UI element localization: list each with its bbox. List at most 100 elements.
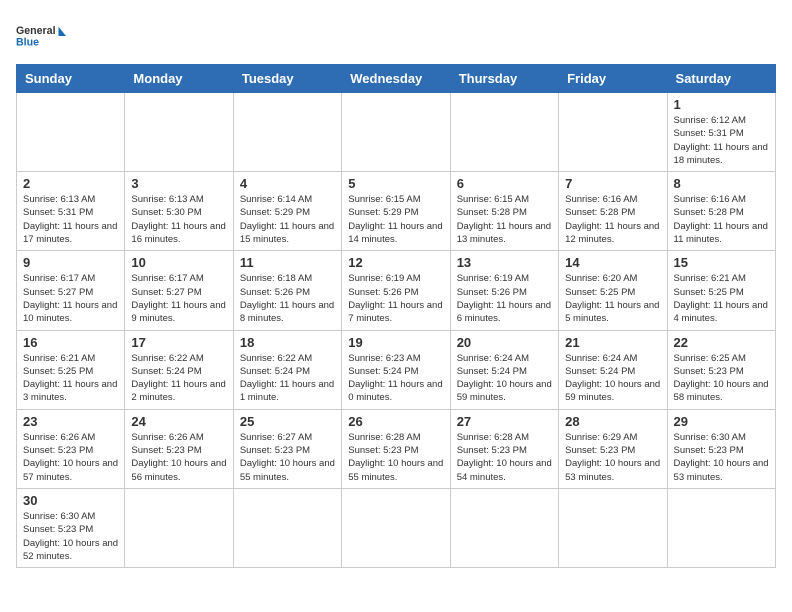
day-number: 2 (23, 176, 118, 191)
calendar-cell: 22 Sunrise: 6:25 AM Sunset: 5:23 PM Dayli… (667, 330, 775, 409)
day-number: 13 (457, 255, 552, 270)
day-number: 14 (565, 255, 660, 270)
day-number: 5 (348, 176, 443, 191)
calendar-cell: 17 Sunrise: 6:22 AM Sunset: 5:24 PM Dayli… (125, 330, 233, 409)
day-number: 28 (565, 414, 660, 429)
day-info: Sunrise: 6:13 AM Sunset: 5:31 PM Dayligh… (23, 193, 118, 246)
day-info: Sunrise: 6:14 AM Sunset: 5:29 PM Dayligh… (240, 193, 335, 246)
day-info: Sunrise: 6:17 AM Sunset: 5:27 PM Dayligh… (131, 272, 226, 325)
calendar-row-0: 1Sunrise: 6:12 AM Sunset: 5:31 PM Daylig… (17, 93, 776, 172)
weekday-header-thursday: Thursday (450, 65, 558, 93)
day-number: 12 (348, 255, 443, 270)
day-number: 26 (348, 414, 443, 429)
calendar-cell: 6Sunrise: 6:15 AM Sunset: 5:28 PM Daylig… (450, 172, 558, 251)
calendar-cell: 3 Sunrise: 6:13 AM Sunset: 5:30 PM Daylig… (125, 172, 233, 251)
calendar-cell (342, 488, 450, 567)
day-info: Sunrise: 6:28 AM Sunset: 5:23 PM Dayligh… (457, 431, 552, 484)
day-number: 29 (674, 414, 769, 429)
day-number: 27 (457, 414, 552, 429)
svg-text:General: General (16, 25, 56, 37)
day-number: 11 (240, 255, 335, 270)
weekday-header-row: SundayMondayTuesdayWednesdayThursdayFrid… (17, 65, 776, 93)
calendar-cell: 1Sunrise: 6:12 AM Sunset: 5:31 PM Daylig… (667, 93, 775, 172)
calendar-cell: 24Sunrise: 6:26 AM Sunset: 5:23 PM Dayli… (125, 409, 233, 488)
day-number: 10 (131, 255, 226, 270)
day-number: 3 (131, 176, 226, 191)
day-number: 9 (23, 255, 118, 270)
calendar-cell: 7 Sunrise: 6:16 AM Sunset: 5:28 PM Daylig… (559, 172, 667, 251)
day-number: 1 (674, 97, 769, 112)
day-number: 7 (565, 176, 660, 191)
weekday-header-saturday: Saturday (667, 65, 775, 93)
day-info: Sunrise: 6:22 AM Sunset: 5:24 PM Dayligh… (240, 352, 335, 405)
day-number: 4 (240, 176, 335, 191)
day-info: Sunrise: 6:19 AM Sunset: 5:26 PM Dayligh… (348, 272, 443, 325)
weekday-header-friday: Friday (559, 65, 667, 93)
calendar-cell: 25Sunrise: 6:27 AM Sunset: 5:23 PM Dayli… (233, 409, 341, 488)
day-info: Sunrise: 6:13 AM Sunset: 5:30 PM Dayligh… (131, 193, 226, 246)
day-info: Sunrise: 6:30 AM Sunset: 5:23 PM Dayligh… (674, 431, 769, 484)
day-info: Sunrise: 6:21 AM Sunset: 5:25 PM Dayligh… (674, 272, 769, 325)
calendar-cell (450, 93, 558, 172)
day-number: 21 (565, 335, 660, 350)
calendar-body: 1Sunrise: 6:12 AM Sunset: 5:31 PM Daylig… (17, 93, 776, 568)
calendar-cell: 10 Sunrise: 6:17 AM Sunset: 5:27 PM Dayli… (125, 251, 233, 330)
calendar-cell (667, 488, 775, 567)
calendar-cell: 2 Sunrise: 6:13 AM Sunset: 5:31 PM Daylig… (17, 172, 125, 251)
day-number: 8 (674, 176, 769, 191)
calendar-cell: 20 Sunrise: 6:24 AM Sunset: 5:24 PM Dayli… (450, 330, 558, 409)
day-number: 25 (240, 414, 335, 429)
day-number: 20 (457, 335, 552, 350)
calendar-cell: 8Sunrise: 6:16 AM Sunset: 5:28 PM Daylig… (667, 172, 775, 251)
day-info: Sunrise: 6:18 AM Sunset: 5:26 PM Dayligh… (240, 272, 335, 325)
calendar-cell (125, 93, 233, 172)
weekday-header-monday: Monday (125, 65, 233, 93)
day-number: 17 (131, 335, 226, 350)
day-info: Sunrise: 6:19 AM Sunset: 5:26 PM Dayligh… (457, 272, 552, 325)
day-number: 23 (23, 414, 118, 429)
day-info: Sunrise: 6:29 AM Sunset: 5:23 PM Dayligh… (565, 431, 660, 484)
calendar-cell: 30 Sunrise: 6:30 AM Sunset: 5:23 PM Dayli… (17, 488, 125, 567)
day-number: 30 (23, 493, 118, 508)
day-info: Sunrise: 6:30 AM Sunset: 5:23 PM Dayligh… (23, 510, 118, 563)
day-number: 19 (348, 335, 443, 350)
calendar-cell: 11 Sunrise: 6:18 AM Sunset: 5:26 PM Dayli… (233, 251, 341, 330)
calendar-cell: 4 Sunrise: 6:14 AM Sunset: 5:29 PM Daylig… (233, 172, 341, 251)
calendar-cell: 26 Sunrise: 6:28 AM Sunset: 5:23 PM Dayli… (342, 409, 450, 488)
logo-svg: General Blue (16, 16, 66, 56)
day-info: Sunrise: 6:28 AM Sunset: 5:23 PM Dayligh… (348, 431, 443, 484)
calendar-cell: 18Sunrise: 6:22 AM Sunset: 5:24 PM Dayli… (233, 330, 341, 409)
calendar-cell: 12 Sunrise: 6:19 AM Sunset: 5:26 PM Dayli… (342, 251, 450, 330)
calendar-cell: 27 Sunrise: 6:28 AM Sunset: 5:23 PM Dayli… (450, 409, 558, 488)
svg-text:Blue: Blue (16, 36, 39, 48)
calendar-cell: 13 Sunrise: 6:19 AM Sunset: 5:26 PM Dayli… (450, 251, 558, 330)
calendar-cell (450, 488, 558, 567)
calendar-cell (125, 488, 233, 567)
day-info: Sunrise: 6:24 AM Sunset: 5:24 PM Dayligh… (457, 352, 552, 405)
calendar-cell: 29 Sunrise: 6:30 AM Sunset: 5:23 PM Dayli… (667, 409, 775, 488)
weekday-header-sunday: Sunday (17, 65, 125, 93)
calendar-cell: 9 Sunrise: 6:17 AM Sunset: 5:27 PM Daylig… (17, 251, 125, 330)
day-info: Sunrise: 6:25 AM Sunset: 5:23 PM Dayligh… (674, 352, 769, 405)
page-header: General Blue (16, 16, 776, 56)
calendar-cell: 15Sunrise: 6:21 AM Sunset: 5:25 PM Dayli… (667, 251, 775, 330)
calendar-cell: 23Sunrise: 6:26 AM Sunset: 5:23 PM Dayli… (17, 409, 125, 488)
day-info: Sunrise: 6:22 AM Sunset: 5:24 PM Dayligh… (131, 352, 226, 405)
calendar-cell: 21Sunrise: 6:24 AM Sunset: 5:24 PM Dayli… (559, 330, 667, 409)
calendar-cell: 14Sunrise: 6:20 AM Sunset: 5:25 PM Dayli… (559, 251, 667, 330)
calendar-row-4: 23 Sunrise: 6:26 AM Sunset: 5:23 PM Dayli… (17, 409, 776, 488)
logo: General Blue (16, 16, 66, 56)
calendar-row-2: 9 Sunrise: 6:17 AM Sunset: 5:27 PM Daylig… (17, 251, 776, 330)
day-number: 22 (674, 335, 769, 350)
day-number: 6 (457, 176, 552, 191)
calendar-cell: 19 Sunrise: 6:23 AM Sunset: 5:24 PM Dayli… (342, 330, 450, 409)
calendar-cell: 28 Sunrise: 6:29 AM Sunset: 5:23 PM Dayli… (559, 409, 667, 488)
day-info: Sunrise: 6:26 AM Sunset: 5:23 PM Dayligh… (131, 431, 226, 484)
calendar-cell (233, 488, 341, 567)
day-info: Sunrise: 6:16 AM Sunset: 5:28 PM Dayligh… (565, 193, 660, 246)
day-info: Sunrise: 6:23 AM Sunset: 5:24 PM Dayligh… (348, 352, 443, 405)
day-info: Sunrise: 6:17 AM Sunset: 5:27 PM Dayligh… (23, 272, 118, 325)
day-info: Sunrise: 6:15 AM Sunset: 5:29 PM Dayligh… (348, 193, 443, 246)
day-info: Sunrise: 6:21 AM Sunset: 5:25 PM Dayligh… (23, 352, 118, 405)
calendar-cell: 5 Sunrise: 6:15 AM Sunset: 5:29 PM Daylig… (342, 172, 450, 251)
